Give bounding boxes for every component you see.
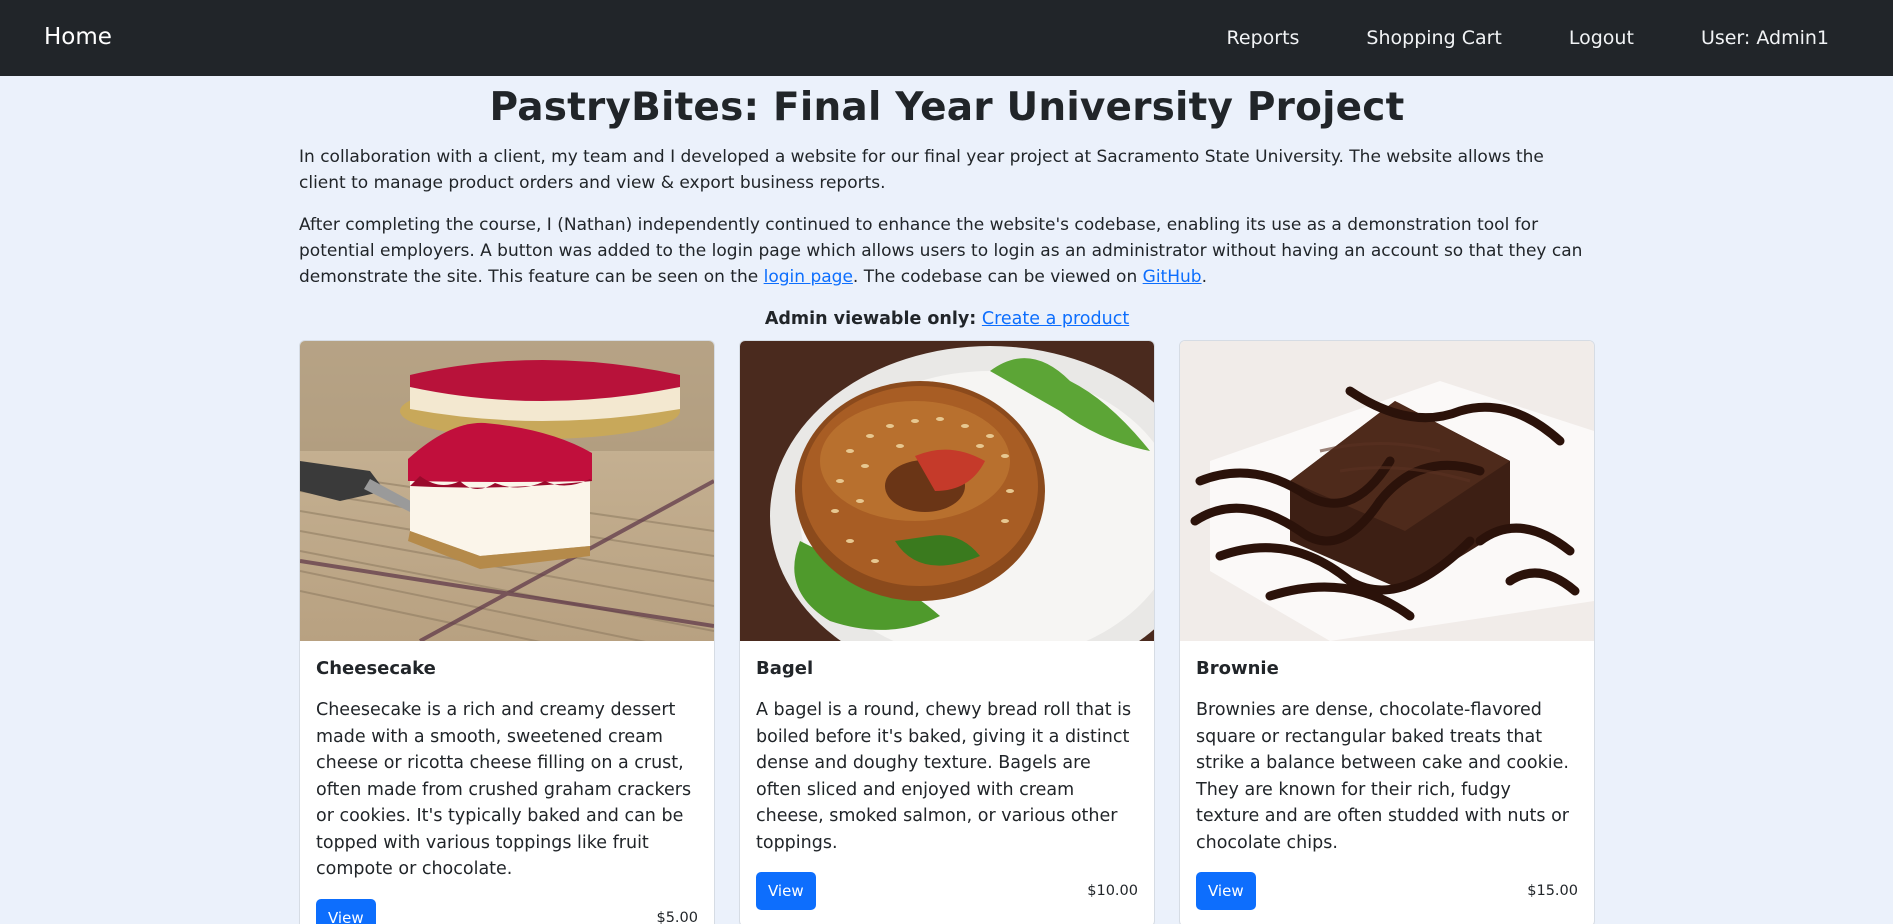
product-card-brownie: Brownie Brownies are dense, chocolate-fl… xyxy=(1179,340,1595,924)
product-description: Brownies are dense, chocolate-flavored s… xyxy=(1196,700,1570,853)
nav-logout-link[interactable]: Logout xyxy=(1569,27,1634,49)
product-price: $5.00 xyxy=(656,909,698,924)
page-title: PastryBites: Final Year University Proje… xyxy=(489,85,1405,130)
github-link[interactable]: GitHub xyxy=(1143,267,1202,287)
product-cards: Cheesecake Cheesecake is a rich and crea… xyxy=(299,340,1595,924)
view-bagel-button[interactable]: View xyxy=(756,872,816,910)
intro-section: PastryBites: Final Year University Proje… xyxy=(299,76,1595,332)
view-brownie-button[interactable]: View xyxy=(1196,872,1256,910)
demo-text-c: . xyxy=(1201,267,1207,287)
product-description: A bagel is a round, chewy bread roll tha… xyxy=(756,700,1132,853)
nav-user-link[interactable]: User: Admin1 xyxy=(1701,27,1829,49)
product-price: $15.00 xyxy=(1527,883,1578,899)
cheesecake-image xyxy=(300,341,714,641)
product-name: Cheesecake xyxy=(316,658,436,679)
admin-line: Admin viewable only: Create a product xyxy=(299,306,1595,332)
product-name: Brownie xyxy=(1196,658,1279,679)
intro-paragraph: In collaboration with a client, my team … xyxy=(299,147,1544,193)
demo-paragraph: After completing the course, I (Nathan) … xyxy=(299,212,1595,290)
demo-text-b: . The codebase can be viewed on xyxy=(852,267,1143,287)
product-card-cheesecake: Cheesecake Cheesecake is a rich and crea… xyxy=(299,340,715,924)
top-navbar: Home Reports Shopping Cart Logout User: … xyxy=(0,0,1893,76)
product-price: $10.00 xyxy=(1087,883,1138,899)
product-description: Cheesecake is a rich and creamy dessert … xyxy=(316,700,692,879)
nav-reports-link[interactable]: Reports xyxy=(1227,27,1300,49)
bagel-image xyxy=(740,341,1154,641)
product-card-bagel: Bagel A bagel is a round, chewy bread ro… xyxy=(739,340,1155,924)
brownie-image xyxy=(1180,341,1594,641)
login-page-link[interactable]: login page xyxy=(764,267,853,287)
product-name: Bagel xyxy=(756,658,814,679)
nav-links: Reports Shopping Cart Logout User: Admin… xyxy=(1227,27,1829,49)
create-product-link[interactable]: Create a product xyxy=(982,309,1129,329)
nav-shopping-cart-link[interactable]: Shopping Cart xyxy=(1366,27,1501,49)
home-link[interactable]: Home xyxy=(44,24,112,50)
admin-label: Admin viewable only: xyxy=(764,309,977,329)
view-cheesecake-button[interactable]: View xyxy=(316,898,376,924)
